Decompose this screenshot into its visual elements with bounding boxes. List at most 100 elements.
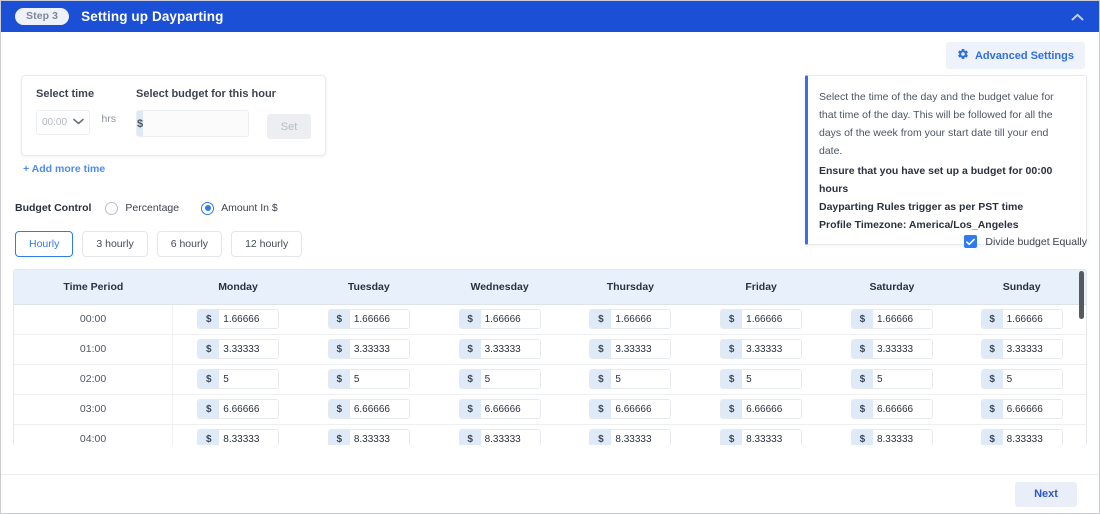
- budget-cell: $: [434, 364, 565, 394]
- budget-cell-input[interactable]: [873, 370, 932, 388]
- budget-cell-input-wrapper: $: [720, 339, 802, 359]
- budget-cell-input-wrapper: $: [459, 399, 541, 419]
- budget-cell-input[interactable]: [873, 340, 932, 358]
- currency-prefix: $: [721, 400, 742, 418]
- budget-cell-input-wrapper: $: [720, 429, 802, 445]
- currency-prefix: $: [198, 400, 219, 418]
- budget-cell-input[interactable]: [742, 340, 801, 358]
- column-header-saturday: Saturday: [827, 270, 958, 304]
- budget-cell-input[interactable]: [873, 400, 932, 418]
- tab-3-hourly[interactable]: 3 hourly: [82, 231, 147, 257]
- advanced-settings-button[interactable]: Advanced Settings: [946, 42, 1085, 69]
- budget-cell-input-wrapper: $: [459, 429, 541, 445]
- budget-control-label: Budget Control: [15, 202, 91, 214]
- column-header-monday: Monday: [173, 270, 304, 304]
- budget-input-wrapper: $: [136, 110, 249, 137]
- budget-cell-input[interactable]: [219, 400, 278, 418]
- select-budget-group: Select budget for this hour $ Set: [136, 88, 311, 155]
- budget-cell-input[interactable]: [742, 310, 801, 328]
- radio-percentage[interactable]: Percentage: [105, 202, 179, 215]
- budget-cell-input[interactable]: [1003, 310, 1062, 328]
- page-title: Setting up Dayparting: [81, 9, 223, 24]
- budget-cell-input[interactable]: [611, 400, 670, 418]
- budget-cell-input[interactable]: [219, 310, 278, 328]
- budget-cell-input[interactable]: [611, 430, 670, 445]
- budget-cell: $: [696, 424, 827, 445]
- divide-budget-equally-toggle[interactable]: Divide budget Equally: [964, 235, 1087, 248]
- currency-prefix: $: [590, 340, 611, 358]
- currency-prefix: $: [852, 340, 873, 358]
- table-row: 02:00$$$$$$$: [14, 364, 1086, 394]
- budget-cell-input[interactable]: [1003, 370, 1062, 388]
- budget-cell-input[interactable]: [481, 370, 540, 388]
- radio-percentage-icon: [105, 202, 118, 215]
- budget-cell: $: [827, 424, 958, 445]
- budget-cell-input[interactable]: [219, 430, 278, 445]
- radio-amount-in-dollars[interactable]: Amount In $: [201, 202, 278, 215]
- budget-cell-input[interactable]: [219, 370, 278, 388]
- budget-cell-input-wrapper: $: [459, 369, 541, 389]
- budget-cell: $: [696, 304, 827, 334]
- budget-cell-input[interactable]: [350, 430, 409, 445]
- budget-cell-input[interactable]: [873, 430, 932, 445]
- budget-cell-input[interactable]: [873, 310, 932, 328]
- budget-cell-input-wrapper: $: [589, 429, 671, 445]
- budget-cell-input[interactable]: [1003, 340, 1062, 358]
- tab-12-hourly[interactable]: 12 hourly: [231, 231, 302, 257]
- budget-cell-input-wrapper: $: [851, 399, 933, 419]
- chevron-up-icon[interactable]: [1067, 7, 1087, 27]
- next-button[interactable]: Next: [1015, 482, 1077, 507]
- budget-cell-input[interactable]: [481, 430, 540, 445]
- budget-input[interactable]: [143, 111, 249, 136]
- budget-cell-input[interactable]: [350, 310, 409, 328]
- budget-cell-input[interactable]: [219, 340, 278, 358]
- divide-budget-label: Divide budget Equally: [985, 236, 1087, 248]
- budget-cell-input[interactable]: [350, 340, 409, 358]
- budget-cell-input[interactable]: [742, 430, 801, 445]
- info-panel: Select the time of the day and the budge…: [805, 75, 1087, 245]
- table-row: 03:00$$$$$$$: [14, 394, 1086, 424]
- budget-cell-input[interactable]: [350, 370, 409, 388]
- budget-cell-input[interactable]: [742, 400, 801, 418]
- budget-cell-input[interactable]: [481, 310, 540, 328]
- radio-percentage-label: Percentage: [125, 202, 179, 214]
- budget-cell: $: [565, 334, 696, 364]
- budget-cell-input[interactable]: [611, 370, 670, 388]
- budget-cell: $: [303, 364, 434, 394]
- currency-prefix: $: [460, 310, 481, 328]
- budget-cell-input[interactable]: [350, 400, 409, 418]
- budget-cell-input-wrapper: $: [197, 339, 279, 359]
- currency-prefix: $: [198, 370, 219, 388]
- time-and-info-area: Select time 00:00 hrs Select budget for …: [13, 75, 1087, 200]
- budget-cell-input[interactable]: [481, 340, 540, 358]
- tab-hourly[interactable]: Hourly: [15, 231, 73, 257]
- add-more-time-link[interactable]: + Add more time: [23, 163, 105, 175]
- table-scrollbar-thumb[interactable]: [1079, 271, 1084, 319]
- budget-cell-input[interactable]: [1003, 400, 1062, 418]
- budget-cell-input-wrapper: $: [197, 369, 279, 389]
- budget-cell-input-wrapper: $: [851, 309, 933, 329]
- step-badge: Step 3: [15, 8, 69, 26]
- time-select-dropdown[interactable]: 00:00: [36, 110, 90, 135]
- budget-cell-input[interactable]: [1003, 430, 1062, 445]
- budget-cell: $: [957, 304, 1086, 334]
- budget-cell-input[interactable]: [742, 370, 801, 388]
- currency-prefix: $: [982, 340, 1003, 358]
- currency-prefix: $: [982, 400, 1003, 418]
- budget-cell: $: [957, 424, 1086, 445]
- info-paragraph: Select the time of the day and the budge…: [819, 88, 1073, 160]
- budget-cell-input[interactable]: [611, 310, 670, 328]
- budget-cell: $: [303, 334, 434, 364]
- advanced-settings-label: Advanced Settings: [975, 50, 1074, 62]
- currency-prefix: $: [329, 430, 350, 445]
- column-header-wednesday: Wednesday: [434, 270, 565, 304]
- set-button[interactable]: Set: [267, 114, 311, 139]
- budget-cell-input-wrapper: $: [851, 339, 933, 359]
- budget-cell-input[interactable]: [481, 400, 540, 418]
- budget-cell-input[interactable]: [611, 340, 670, 358]
- budget-cell: $: [303, 304, 434, 334]
- budget-cell-input-wrapper: $: [851, 429, 933, 445]
- tab-6-hourly[interactable]: 6 hourly: [157, 231, 222, 257]
- budget-cell: $: [434, 394, 565, 424]
- budget-cell: $: [957, 334, 1086, 364]
